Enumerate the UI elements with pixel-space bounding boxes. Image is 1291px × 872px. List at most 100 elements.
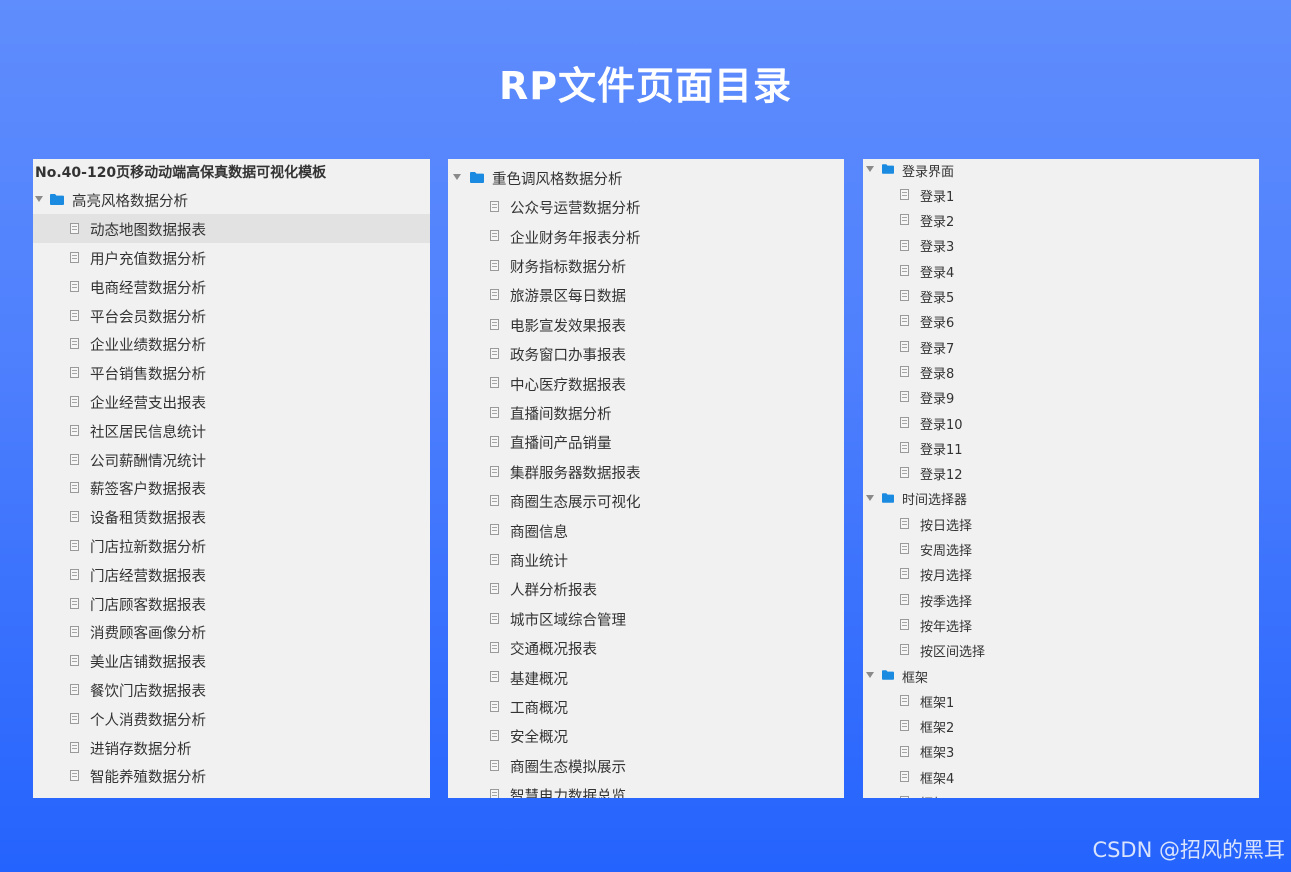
tree-page-row[interactable]: 按月选择 (863, 561, 1259, 586)
page-icon (900, 239, 909, 251)
tree-item-label: 重色调风格数据分析 (492, 171, 623, 188)
tree-folder-row[interactable]: 框架 (863, 662, 1259, 687)
page-icon (900, 366, 909, 378)
page-icon (490, 642, 499, 654)
tree-page-row[interactable]: 电影宣发效果报表 (448, 309, 844, 338)
tree-page-row[interactable]: 按季选择 (863, 586, 1259, 611)
page-icon (70, 482, 79, 494)
tree-page-row[interactable]: 薪签客户数据报表 (33, 473, 430, 502)
tree-page-row[interactable]: 登录2 (863, 207, 1259, 232)
page-icon (490, 759, 499, 771)
tree-page-row[interactable]: 商圈生态模拟展示 (448, 750, 844, 779)
caret-down-icon[interactable] (866, 494, 874, 501)
tree-page-row[interactable]: 用户充值数据分析 (33, 243, 430, 272)
page-icon (490, 465, 499, 477)
tree-page-row[interactable]: 智慧电力数据总览 (448, 779, 844, 798)
tree-page-row[interactable]: 交通概况报表 (448, 632, 844, 661)
tree-page-row[interactable]: 商业统计 (448, 544, 844, 573)
tree-page-row[interactable]: 框架3 (863, 738, 1259, 763)
tree-page-row[interactable]: 登录10 (863, 409, 1259, 434)
tree-page-row[interactable]: 城市区域综合管理 (448, 603, 844, 632)
tree-page-row[interactable]: 登录4 (863, 257, 1259, 282)
tree-item-label: 电影宣发效果报表 (510, 318, 626, 335)
page-icon (900, 416, 909, 428)
tree-page-row[interactable]: 政务窗口办事报表 (448, 338, 844, 367)
tree-item-label: 企业经营支出报表 (90, 396, 206, 412)
tree-page-row[interactable]: 公众号运营数据分析 (448, 191, 844, 220)
page-icon (900, 568, 909, 580)
tree-page-row[interactable]: 框架5 (863, 789, 1259, 798)
tree-root-title: No.40-120页移动动端高保真数据可视化模板 (35, 165, 327, 181)
tree-page-row[interactable]: 框架4 (863, 763, 1259, 788)
tree-page-row[interactable]: 工商概况 (448, 691, 844, 720)
tree-page-row[interactable]: 登录12 (863, 460, 1259, 485)
tree-page-row[interactable]: 登录9 (863, 384, 1259, 409)
tree-page-row[interactable]: 旅游景区每日数据 (448, 280, 844, 309)
tree-page-row[interactable]: 财务指标数据分析 (448, 250, 844, 279)
tree-page-row[interactable]: 直播间产品销量 (448, 427, 844, 456)
tree-page-row[interactable]: 安周选择 (863, 536, 1259, 561)
tree-page-row[interactable]: 消费顾客画像分析 (33, 617, 430, 646)
tree-item-label: 商业统计 (510, 553, 568, 570)
tree-page-row[interactable]: 餐饮门店数据报表 (33, 675, 430, 704)
tree-item-label: 安全概况 (510, 730, 568, 747)
tree-folder-row[interactable]: 高亮风格数据分析 (33, 185, 430, 214)
tree-page-row[interactable]: 登录5 (863, 283, 1259, 308)
tree-page-row[interactable]: 登录1 (863, 181, 1259, 206)
tree-page-row[interactable]: 门店顾客数据报表 (33, 588, 430, 617)
tree-page-row[interactable]: 框架2 (863, 713, 1259, 738)
tree-page-row[interactable]: 公司薪酬情况统计 (33, 444, 430, 473)
folder-icon (882, 163, 894, 174)
tree-page-row[interactable]: 安全概况 (448, 721, 844, 750)
page-icon (70, 597, 79, 609)
tree-page-row[interactable]: 登录8 (863, 358, 1259, 383)
tree-page-row[interactable]: 企业财务年报表分析 (448, 221, 844, 250)
tree-folder-row[interactable]: 登录界面 (863, 159, 1259, 181)
caret-down-icon[interactable] (866, 671, 874, 678)
tree-page-row[interactable]: 人群分析报表 (448, 574, 844, 603)
tree-page-row[interactable]: 集群服务器数据报表 (448, 456, 844, 485)
page-icon (490, 259, 499, 271)
tree-page-row[interactable]: 按日选择 (863, 510, 1259, 535)
page-icon (490, 377, 499, 389)
tree-page-row[interactable]: 设备租赁数据报表 (33, 502, 430, 531)
page-icon (900, 543, 909, 555)
tree-page-row[interactable]: 门店拉新数据分析 (33, 531, 430, 560)
tree-folder-row[interactable]: 时间选择器 (863, 485, 1259, 510)
tree-page-row[interactable]: 中心医疗数据报表 (448, 368, 844, 397)
page-icon (490, 348, 499, 360)
tree-page-row[interactable]: 门店经营数据报表 (33, 559, 430, 588)
tree-item-label: 高亮风格数据分析 (72, 194, 188, 211)
tree-item-label: 框架1 (920, 695, 955, 711)
tree-page-row[interactable]: 平台会员数据分析 (33, 300, 430, 329)
tree-item-label: 集群服务器数据报表 (510, 465, 641, 482)
tree-page-row[interactable]: 平台销售数据分析 (33, 358, 430, 387)
tree-page-row[interactable]: 直播间数据分析 (448, 397, 844, 426)
tree-page-row[interactable]: 企业业绩数据分析 (33, 329, 430, 358)
tree-page-row[interactable]: 社区居民信息统计 (33, 415, 430, 444)
tree-page-row[interactable]: 个人消费数据分析 (33, 703, 430, 732)
tree-page-row[interactable]: 电商经营数据分析 (33, 271, 430, 300)
tree-folder-row[interactable]: 重色调风格数据分析 (448, 162, 844, 191)
tree-item-label: 登录6 (920, 316, 955, 332)
tree-page-row[interactable]: 进销存数据分析 (33, 732, 430, 761)
tree-page-row[interactable]: 智能养殖数据分析 (33, 761, 430, 790)
tree-page-row[interactable]: 登录3 (863, 232, 1259, 257)
tree-page-row[interactable]: 登录6 (863, 308, 1259, 333)
tree-page-row[interactable]: 动态地图数据报表 (33, 213, 430, 243)
tree-page-row[interactable]: 登录7 (863, 333, 1259, 358)
tree-page-row[interactable]: 按区间选择 (863, 637, 1259, 662)
tree-page-row[interactable]: 商圈信息 (448, 515, 844, 544)
caret-down-icon[interactable] (453, 173, 461, 180)
tree-page-row[interactable]: 美业店铺数据报表 (33, 646, 430, 675)
tree-item-label: 薪签客户数据报表 (90, 482, 206, 499)
tree-page-row[interactable]: 框架1 (863, 687, 1259, 712)
page-icon (490, 406, 499, 418)
tree-page-row[interactable]: 基建概况 (448, 662, 844, 691)
tree-page-row[interactable]: 企业经营支出报表 (33, 387, 430, 416)
tree-page-row[interactable]: 商圈生态展示可视化 (448, 485, 844, 514)
caret-down-icon[interactable] (35, 196, 43, 203)
tree-page-row[interactable]: 登录11 (863, 434, 1259, 459)
caret-down-icon[interactable] (866, 165, 874, 172)
tree-page-row[interactable]: 按年选择 (863, 611, 1259, 636)
